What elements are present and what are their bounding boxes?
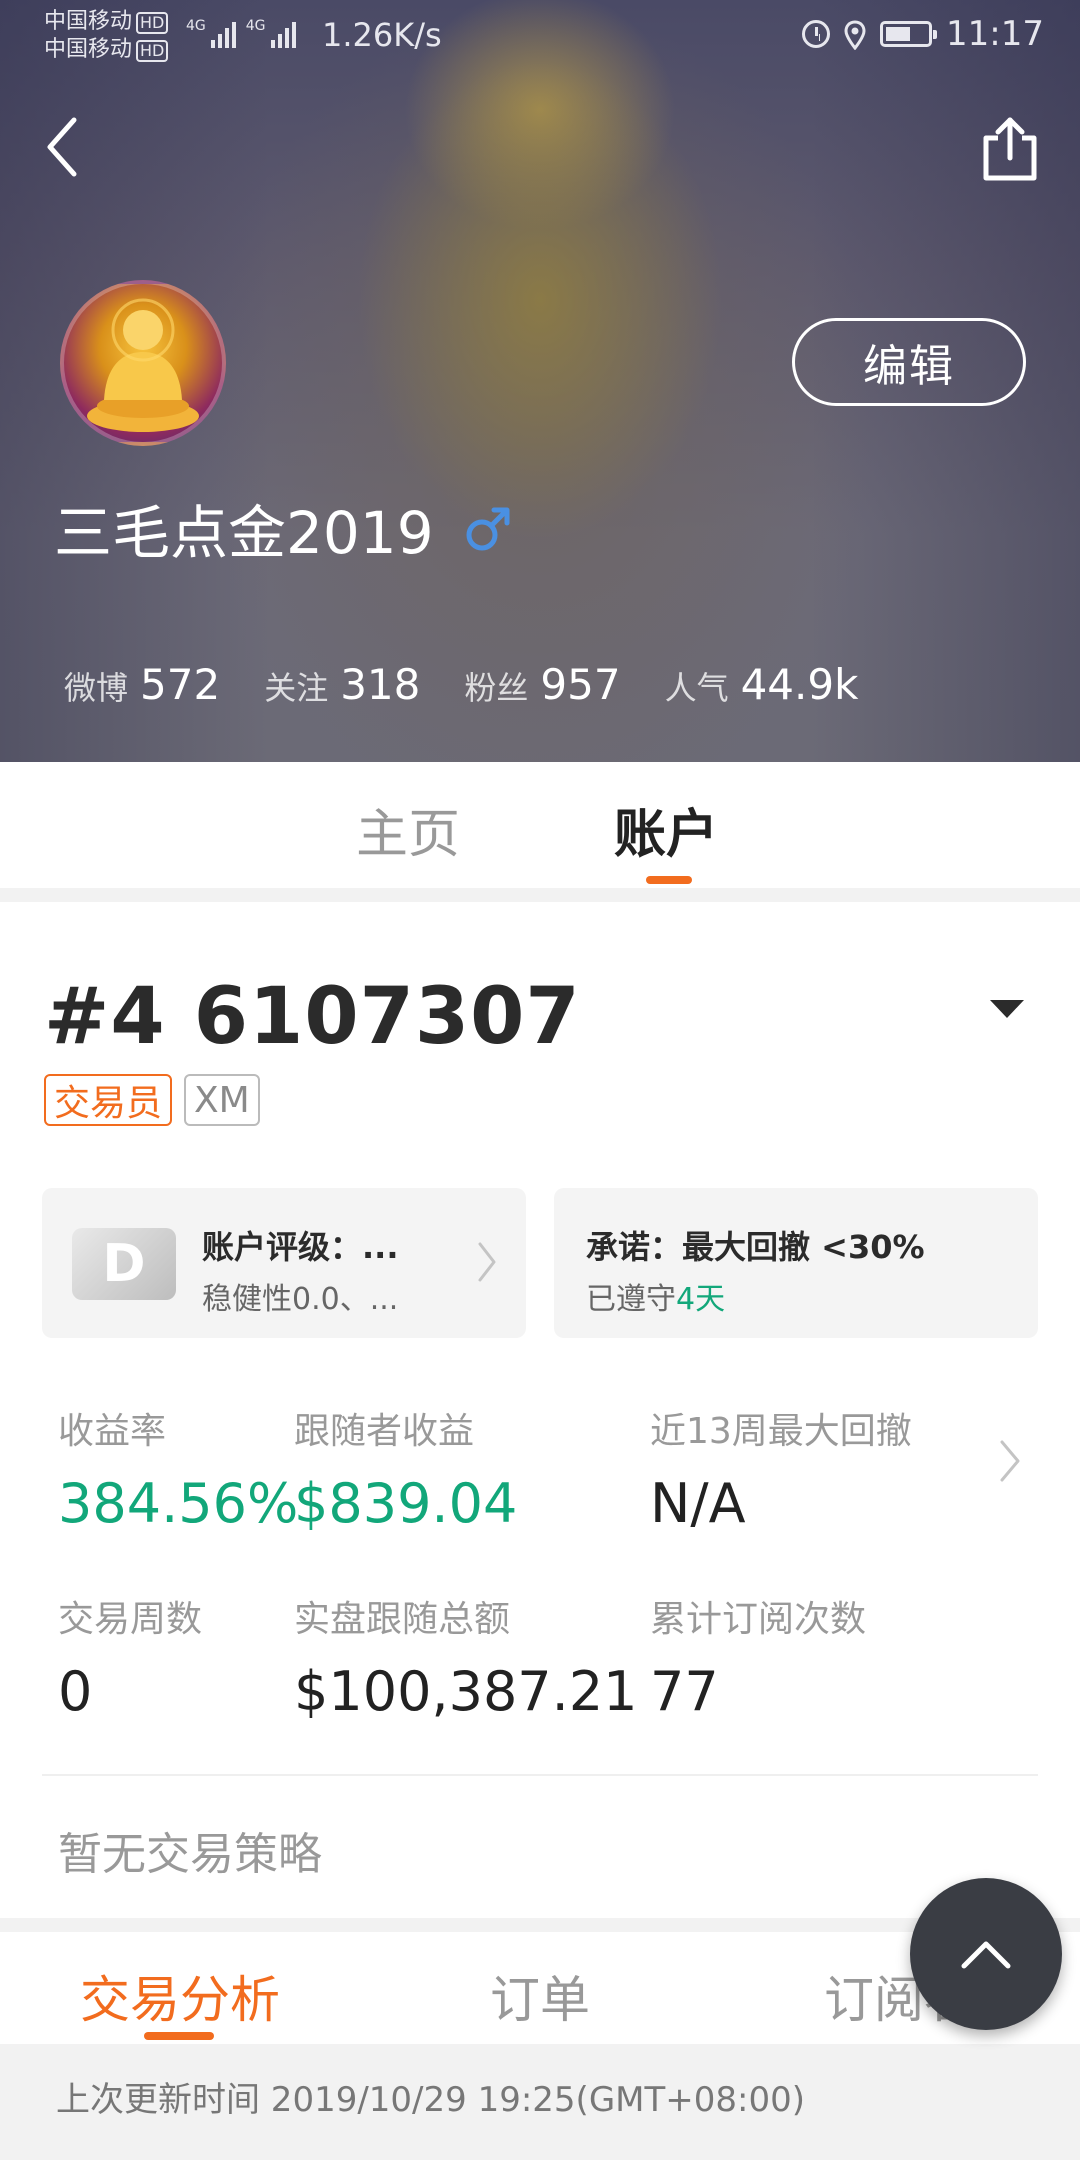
stat-value: 957: [540, 660, 621, 709]
active-tab-indicator: [144, 2032, 214, 2040]
rating-title: 账户评级：...: [202, 1228, 399, 1266]
stat-label: 人气: [664, 669, 729, 707]
last-updated-text: 上次更新时间 2019/10/29 19:25(GMT+08:00): [56, 2080, 806, 2120]
location-icon: [844, 19, 866, 51]
stat-weibo[interactable]: 微博 572: [64, 660, 220, 709]
metric-value: $100,387.21: [294, 1660, 638, 1723]
profile-header: 中国移动 HD 中国移动 HD 4G 4G 1.26K/s 11:17 编辑 三…: [0, 0, 1080, 762]
divider: [42, 1774, 1038, 1776]
metric-value: 0: [58, 1660, 93, 1723]
rating-subtitle: 稳健性0.0、...: [202, 1282, 399, 1317]
no-strategy-text: 暂无交易策略: [58, 1829, 322, 1880]
metric-label: 跟随者收益: [294, 1411, 475, 1452]
alarm-icon: [802, 20, 831, 48]
network-speed: 1.26K/s: [322, 16, 442, 54]
username: 三毛点金2019: [54, 499, 434, 567]
metric-value: 384.56%: [58, 1472, 299, 1535]
stat-popularity: 人气 44.9k: [665, 660, 859, 709]
back-button[interactable]: [40, 112, 90, 182]
edit-profile-button[interactable]: 编辑: [792, 318, 1026, 406]
profile-stats: 微博 572 关注 318 粉丝 957 人气 44.9k: [64, 660, 902, 709]
account-rating-card[interactable]: D 账户评级：... 稳健性0.0、...: [42, 1188, 526, 1338]
tab-account[interactable]: 账户: [614, 792, 718, 867]
stat-value: 44.9k: [740, 660, 859, 709]
username-row: 三毛点金2019: [54, 486, 512, 570]
male-icon: [466, 507, 510, 551]
carrier-2: 中国移动: [44, 37, 133, 62]
broker-tag: XM: [184, 1074, 260, 1126]
update-time-bar: 上次更新时间 2019/10/29 19:25(GMT+08:00): [0, 2044, 1080, 2160]
stat-followers[interactable]: 粉丝 957: [464, 660, 620, 709]
signal-icon: 4G: [186, 18, 236, 48]
chevron-left-icon: [47, 117, 77, 177]
carrier-info: 中国移动 HD 中国移动 HD: [44, 8, 169, 64]
tab-orders[interactable]: 订单: [490, 1960, 590, 2032]
stat-value: 318: [340, 660, 421, 709]
promise-days: 4天: [676, 1282, 726, 1317]
share-icon: [983, 117, 1037, 181]
active-tab-indicator: [646, 876, 692, 884]
dropdown-arrow-icon[interactable]: [988, 996, 1026, 1022]
app-screen: 中国移动 HD 中国移动 HD 4G 4G 1.26K/s 11:17 编辑 三…: [0, 0, 1080, 2160]
metric-value: N/A: [650, 1472, 746, 1535]
section-divider: [0, 888, 1080, 902]
metric-label: 实盘跟随总额: [294, 1599, 511, 1640]
metric-follower-profit: 跟随者收益 $839.04: [294, 1402, 517, 1535]
signal-icon: 4G: [246, 18, 296, 48]
battery-icon: [880, 21, 938, 47]
metric-label: 累计订阅次数: [650, 1599, 867, 1640]
chevron-up-icon: [961, 1941, 1011, 1969]
metric-total-follow-amount: 实盘跟随总额 $100,387.21: [294, 1590, 638, 1723]
metric-label: 收益率: [58, 1411, 167, 1452]
metric-value: $839.04: [294, 1472, 518, 1535]
status-right: 11:17: [802, 14, 1044, 54]
signal-icons: 4G 4G: [186, 18, 296, 48]
account-tags: 交易员 XM: [44, 1074, 260, 1126]
clock: 11:17: [946, 14, 1044, 54]
rating-grade-badge: D: [72, 1228, 176, 1300]
chevron-right-icon: [478, 1242, 496, 1282]
profile-tabs: 主页 账户: [0, 762, 1080, 888]
trader-tag: 交易员: [44, 1074, 173, 1126]
chevron-right-icon[interactable]: [998, 1438, 1022, 1484]
hd-badge: HD: [136, 12, 169, 34]
stat-label: 关注: [264, 669, 329, 707]
stat-value: 572: [140, 660, 221, 709]
stat-label: 微博: [64, 669, 129, 707]
metric-max-drawdown[interactable]: 近13周最大回撤 N/A: [650, 1402, 912, 1535]
share-button[interactable]: [980, 112, 1040, 184]
carrier-1: 中国移动: [44, 9, 133, 34]
promise-title: 承诺：最大回撤 <30%: [586, 1228, 925, 1266]
avatar[interactable]: [60, 280, 226, 446]
scroll-to-top-button[interactable]: [910, 1878, 1062, 2030]
promise-subtitle: 已遵守4天: [586, 1274, 725, 1318]
account-number: #4 6107307: [44, 972, 581, 1062]
promise-prefix: 已遵守: [586, 1282, 676, 1317]
drawdown-promise-card: 承诺：最大回撤 <30% 已遵守4天: [554, 1188, 1038, 1338]
tab-trade-analysis[interactable]: 交易分析: [80, 1960, 280, 2032]
metric-return-rate: 收益率 384.56%: [58, 1402, 298, 1535]
stat-following[interactable]: 关注 318: [264, 660, 420, 709]
stat-label: 粉丝: [464, 669, 529, 707]
metric-label: 近13周最大回撤: [650, 1411, 912, 1452]
tab-home[interactable]: 主页: [356, 792, 460, 867]
metric-trading-weeks: 交易周数 0: [58, 1590, 202, 1723]
metric-value: 77: [650, 1660, 719, 1723]
metric-label: 交易周数: [58, 1599, 203, 1640]
hd-badge: HD: [136, 40, 169, 62]
metric-subscription-count: 累计订阅次数 77: [650, 1590, 866, 1723]
status-bar: 中国移动 HD 中国移动 HD 4G 4G 1.26K/s 11:17: [0, 0, 1080, 72]
